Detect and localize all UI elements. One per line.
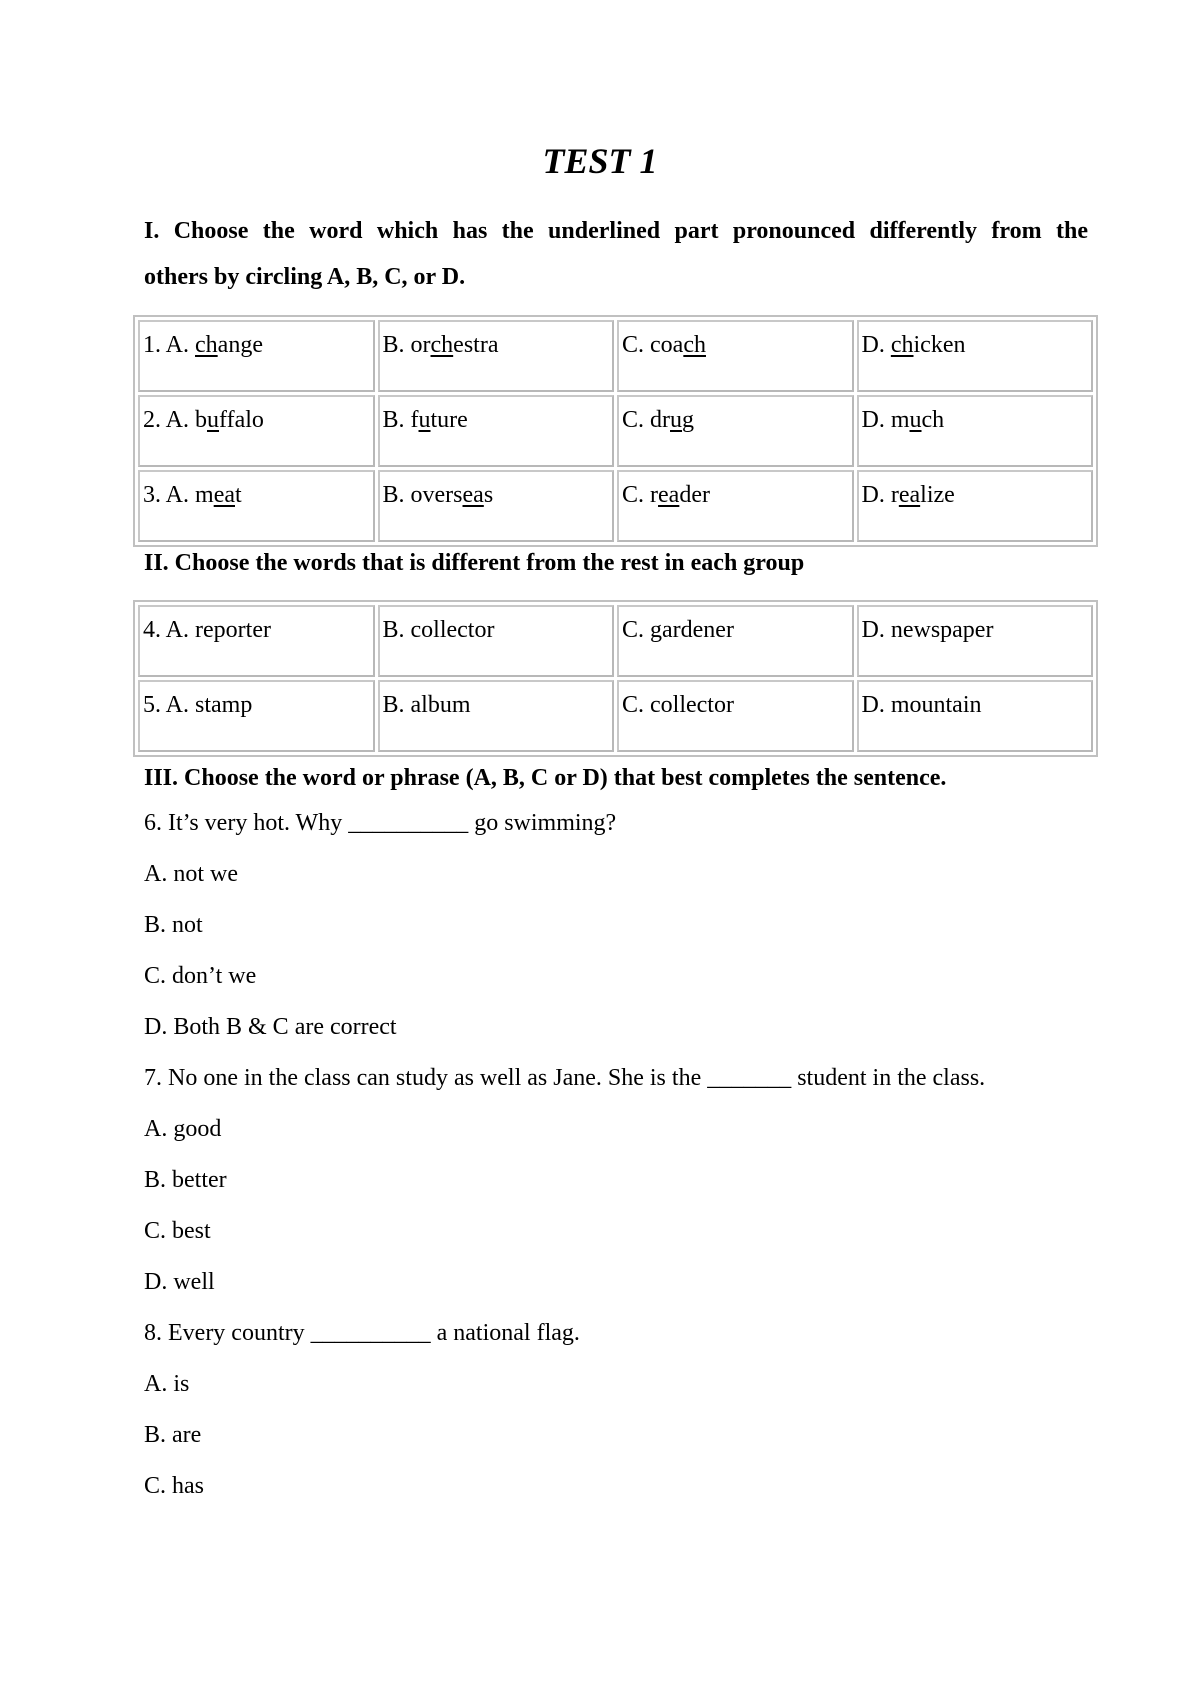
question-text: 7. No one in the class can study as well… xyxy=(144,1065,986,1091)
option-cell[interactable]: 5. A. stamp xyxy=(138,680,375,752)
underlined-part: u xyxy=(418,407,431,433)
underlined-part: ch xyxy=(890,332,914,358)
option-cell[interactable]: D. mountain xyxy=(856,680,1093,752)
underlined-part: ch xyxy=(430,332,454,358)
option-text: B. xyxy=(382,482,411,508)
option-text: 3. A. xyxy=(143,482,196,508)
answer-option[interactable]: D. Both B & C are correct xyxy=(144,1011,397,1043)
answer-option[interactable]: B. are xyxy=(144,1419,201,1451)
answer-option[interactable]: A. good xyxy=(144,1113,221,1145)
option-text: icken xyxy=(913,332,966,358)
option-text: m xyxy=(890,407,910,433)
answer-option[interactable]: C. don’t we xyxy=(144,960,256,992)
underlined-part: ea xyxy=(658,482,680,508)
option-text: g xyxy=(682,407,695,433)
option-text: 2. A. xyxy=(143,407,196,433)
option-text: D. xyxy=(861,332,891,358)
pronunciation-table: 1. A. change B. orchestra C. coach D. chick… xyxy=(133,315,1098,547)
option-cell[interactable]: 1. A. change xyxy=(138,320,375,392)
option-text: B. xyxy=(382,332,411,358)
option-text: coa xyxy=(650,332,684,358)
option-text: ange xyxy=(217,332,263,358)
section-1-heading: I. Choose the word which has the underli… xyxy=(144,208,1088,300)
answer-option[interactable]: A. is xyxy=(144,1368,189,1400)
option-text: 1. A. xyxy=(143,332,196,358)
odd-one-out-table: 4. A. reporter B. collector C. gardener D. … xyxy=(133,600,1098,757)
table-row: 4. A. reporter B. collector C. gardener D. … xyxy=(138,605,1093,677)
option-text: r xyxy=(650,482,659,508)
option-cell[interactable]: 3. A. meat xyxy=(138,470,375,542)
section-2-heading: II. Choose the words that is different f… xyxy=(144,550,805,576)
answer-option[interactable]: B. better xyxy=(144,1164,227,1196)
option-cell[interactable]: B. overseas xyxy=(377,470,614,542)
option-text: ch xyxy=(921,407,945,433)
underlined-part: ea xyxy=(462,482,484,508)
underlined-part: ea xyxy=(898,482,921,508)
option-text: C. xyxy=(622,407,651,433)
underlined-part: u xyxy=(207,407,220,433)
page-title: TEST 1 xyxy=(542,141,658,181)
table-row: 5. A. stamp B. album C. collector D. mounta… xyxy=(138,680,1093,752)
option-text: lize xyxy=(920,482,955,508)
option-text: dr xyxy=(650,407,671,433)
option-cell[interactable]: D. chicken xyxy=(856,320,1093,392)
answer-option[interactable]: D. well xyxy=(144,1266,215,1298)
answer-option[interactable]: A. not we xyxy=(144,858,238,890)
underlined-part: u xyxy=(670,407,683,433)
underlined-part: ch xyxy=(195,332,218,358)
option-text: m xyxy=(195,482,214,508)
section-3-heading: III. Choose the word or phrase (A, B, C … xyxy=(144,765,947,791)
option-text: der xyxy=(679,482,710,508)
option-cell[interactable]: 4. A. reporter xyxy=(138,605,375,677)
option-text: overs xyxy=(410,482,463,508)
answer-option[interactable]: C. best xyxy=(144,1215,211,1247)
option-cell[interactable]: C. coach xyxy=(617,320,854,392)
underlined-part: ch xyxy=(683,332,706,358)
option-cell[interactable]: B. orchestra xyxy=(377,320,614,392)
option-text: or xyxy=(410,332,431,358)
underlined-part: ea xyxy=(213,482,235,508)
table-row: 2. A. buffalo B. future C. drug D. much xyxy=(138,395,1093,467)
option-text: ffalo xyxy=(219,407,264,433)
option-text: ture xyxy=(430,407,468,433)
document-page: TEST 1 I. Choose the word which has the … xyxy=(0,0,1200,1698)
option-cell[interactable]: C. gardener xyxy=(617,605,854,677)
option-text: r xyxy=(890,482,899,508)
option-text: B. xyxy=(382,407,411,433)
option-cell[interactable]: D. realize xyxy=(856,470,1093,542)
underlined-part: u xyxy=(909,407,922,433)
table-row: 1. A. change B. orchestra C. coach D. chick… xyxy=(138,320,1093,392)
option-text: C. xyxy=(622,482,651,508)
section-1-heading-line-2: others by circling A, B, C, or D. xyxy=(144,264,466,290)
option-text: D. xyxy=(861,407,891,433)
option-cell[interactable]: B. album xyxy=(377,680,614,752)
answer-option[interactable]: C. has xyxy=(144,1470,204,1502)
option-cell[interactable]: C. drug xyxy=(617,395,854,467)
option-cell[interactable]: D. much xyxy=(856,395,1093,467)
option-cell[interactable]: D. newspaper xyxy=(856,605,1093,677)
option-cell[interactable]: B. future xyxy=(377,395,614,467)
question-text: 6. It’s very hot. Why __________ go swim… xyxy=(144,810,617,836)
option-text: b xyxy=(195,407,208,433)
table-row: 3. A. meat B. overseas C. reader D. realize xyxy=(138,470,1093,542)
option-cell[interactable]: C. reader xyxy=(617,470,854,542)
question-text: 8. Every country __________ a national f… xyxy=(144,1320,580,1346)
option-text: f xyxy=(410,407,419,433)
option-cell[interactable]: C. collector xyxy=(617,680,854,752)
option-text: D. xyxy=(861,482,891,508)
option-cell[interactable]: B. collector xyxy=(377,605,614,677)
answer-option[interactable]: B. not xyxy=(144,909,203,941)
option-text: C. xyxy=(622,332,651,358)
section-1-heading-line-1: I. Choose the word which has the underli… xyxy=(144,218,1088,244)
option-cell[interactable]: 2. A. buffalo xyxy=(138,395,375,467)
option-text: s xyxy=(483,482,494,508)
option-text: estra xyxy=(453,332,499,358)
option-text: t xyxy=(235,482,242,508)
